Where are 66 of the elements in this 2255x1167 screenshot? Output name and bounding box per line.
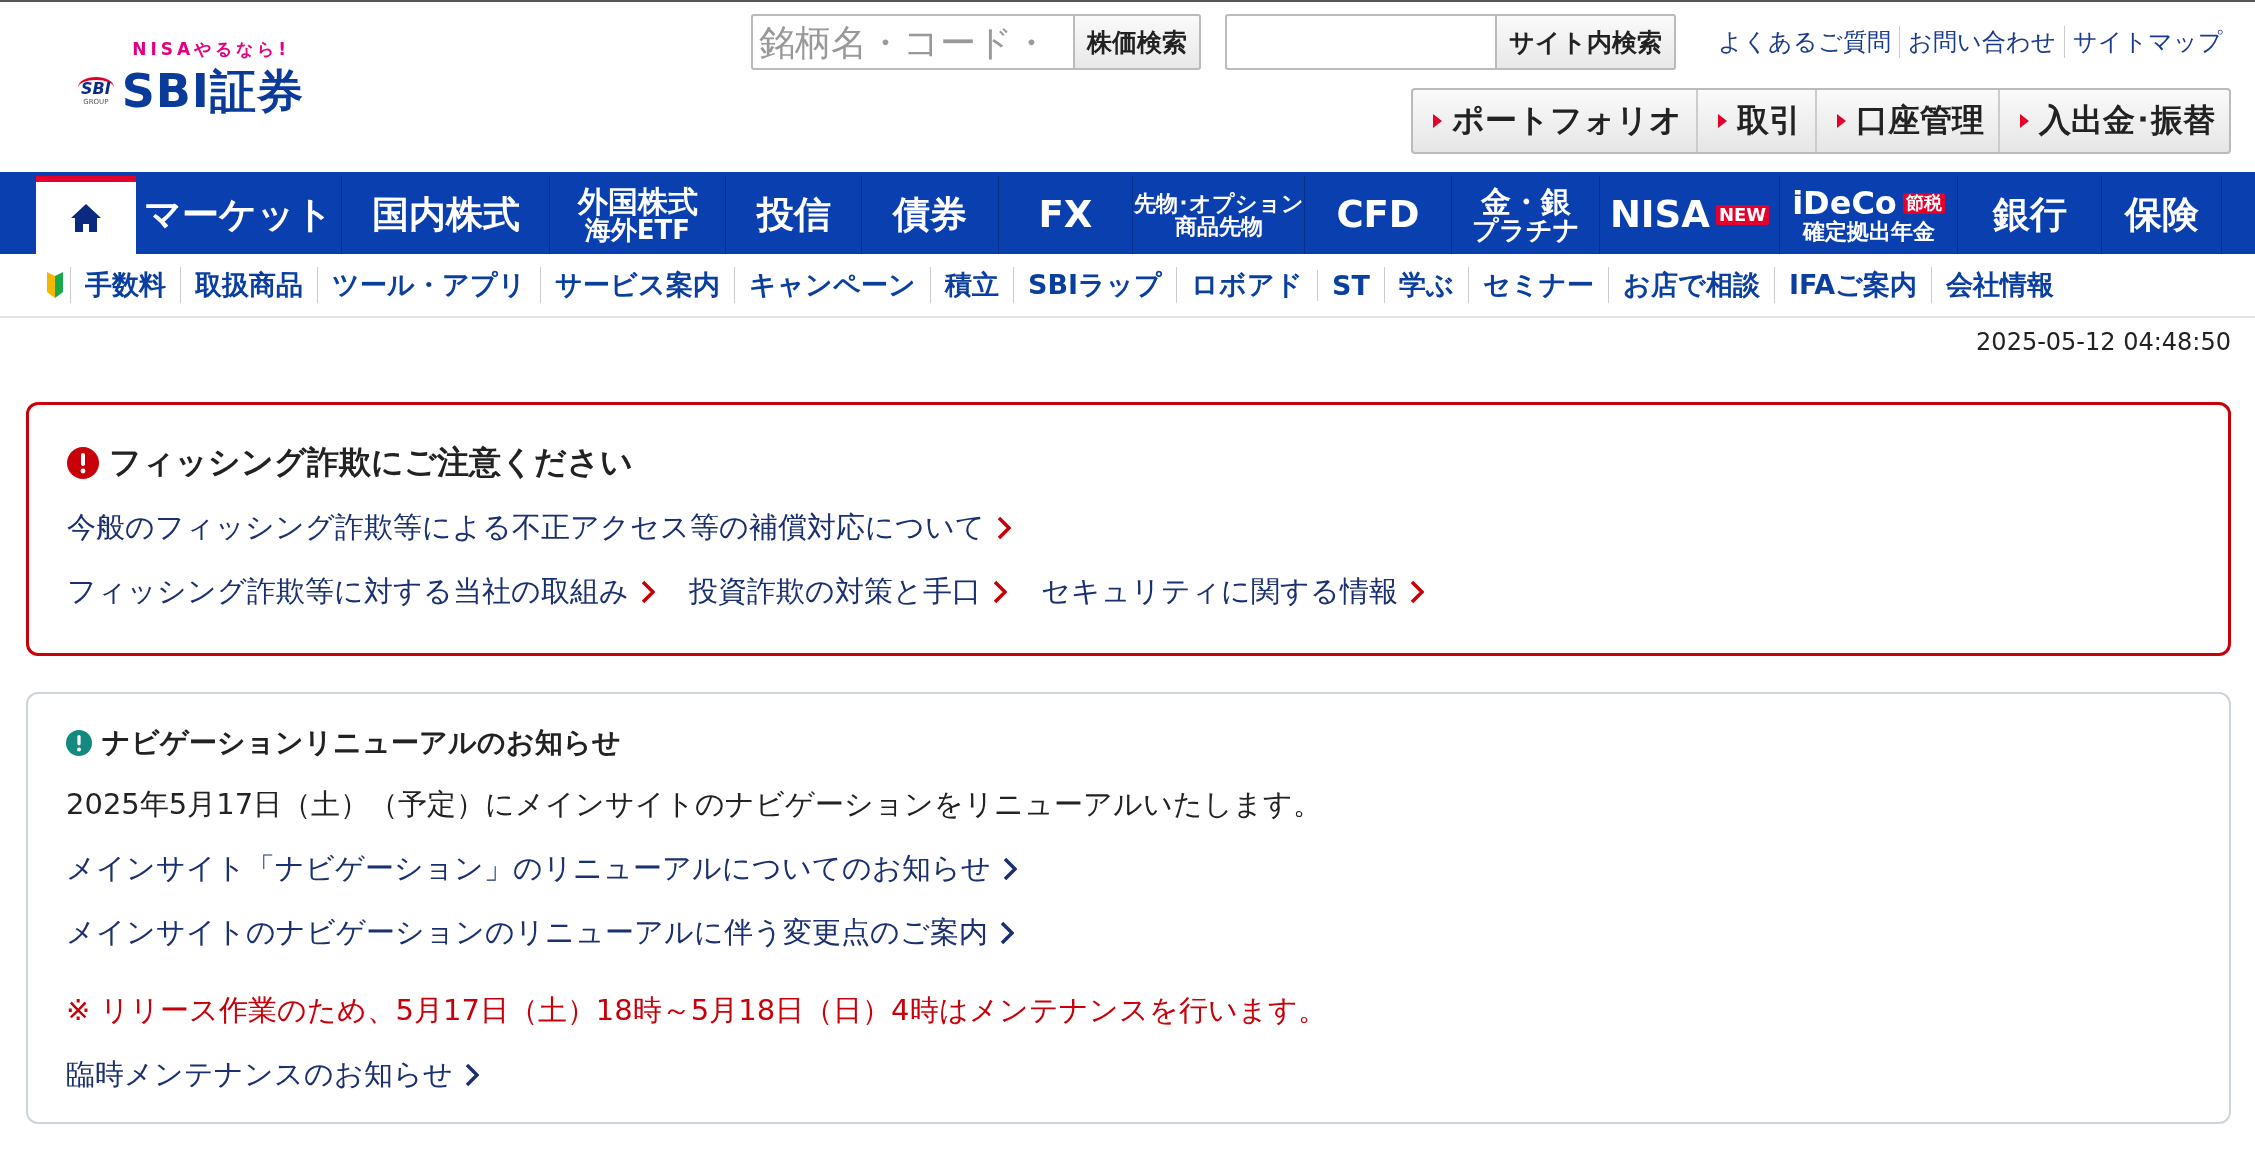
info-icon (66, 730, 92, 756)
chevron-icon (641, 580, 655, 604)
nav-tab[interactable]: 国内株式 (342, 176, 550, 254)
nav-tab[interactable]: 金・銀 プラチナ (1452, 176, 1600, 254)
notice-link[interactable]: メインサイト「ナビゲーション」のリニューアルについてのお知らせ (66, 849, 1017, 889)
subnav-link[interactable]: 積立 (930, 267, 1013, 303)
timestamp: 2025-05-12 04:48:50 (1976, 328, 2231, 356)
search-button[interactable]: 株価検索 (1073, 14, 1201, 70)
notice-title: フィッシング詐欺にご注意ください (109, 442, 633, 483)
header-link[interactable]: サイトマップ (2064, 26, 2231, 58)
subnav-link[interactable]: 会社情報 (1931, 267, 2069, 303)
nav-tab[interactable]: 外国株式 海外ETF (550, 176, 726, 254)
nav-tab[interactable]: 保険 (2102, 176, 2222, 254)
header-link[interactable]: お問い合わせ (1899, 26, 2064, 58)
chevron-icon (1410, 580, 1424, 604)
subnav-link[interactable]: サービス案内 (540, 267, 734, 303)
subnav-link[interactable]: ツール・アプリ (317, 267, 540, 303)
subnav-link[interactable]: SBIラップ (1013, 267, 1177, 303)
action-button[interactable]: 入出金･振替 (1998, 90, 2229, 152)
notice-title: ナビゲーションリニューアルのお知らせ (102, 725, 621, 761)
home-tab[interactable] (36, 176, 136, 254)
search-button[interactable]: サイト内検索 (1495, 14, 1676, 70)
notice-link[interactable]: メインサイトのナビゲーションのリニューアルに伴う変更点のご案内 (66, 913, 1014, 953)
nav-tab[interactable]: 銀行 (1958, 176, 2102, 254)
chevron-icon (997, 516, 1011, 540)
subnav-link[interactable]: セミナー (1467, 267, 1608, 303)
nav-tab[interactable]: マーケット (136, 176, 342, 254)
notice-text: 2025年5月17日（土）（予定）にメインサイトのナビゲーションをリニューアルいたします。 (66, 786, 1323, 823)
subnav-link[interactable]: 取扱商品 (180, 267, 317, 303)
notice-link[interactable]: 臨時メンテナンスのお知らせ (66, 1055, 479, 1095)
notice-link[interactable]: 今般のフィッシング詐欺等による不正アクセス等の補償対応について (67, 508, 1011, 548)
action-button[interactable]: ポートフォリオ (1413, 90, 1696, 152)
alert-icon (67, 447, 99, 479)
search-field[interactable] (1225, 14, 1495, 70)
nav-tab[interactable]: 投信 (726, 176, 862, 254)
home-icon (69, 202, 103, 234)
subnav-link[interactable]: お店で相談 (1607, 267, 1774, 303)
search-field[interactable]: 銘柄名・コード・ (751, 14, 1073, 70)
nav-tab[interactable]: FX (999, 176, 1133, 254)
subnav-link[interactable]: IFAご案内 (1773, 267, 1932, 303)
nav-tab[interactable]: 債券 (862, 176, 999, 254)
nav-tab[interactable]: NISA NEW (1600, 176, 1780, 254)
maintenance-note: ※ リリース作業のため、5月17日（土）18時～5月18日（日）4時はメンテナンスを行います。 (66, 992, 1327, 1029)
chevron-icon (465, 1063, 479, 1087)
subnav-link[interactable]: ST (1317, 269, 1384, 301)
chevron-icon (1003, 857, 1017, 881)
subnav-link[interactable]: キャンペーン (734, 267, 930, 303)
triangle-icon (1433, 114, 1442, 128)
nav-tab[interactable]: iDeCo 節税 確定拠出年金 (1780, 176, 1958, 254)
beginner-mark-icon (46, 272, 64, 298)
action-button[interactable]: 取引 (1696, 90, 1815, 152)
action-button[interactable]: 口座管理 (1815, 90, 1998, 152)
notice-link[interactable]: 投資詐欺の対策と手口 (689, 572, 1007, 612)
notice-link[interactable]: フィッシング詐欺等に対する当社の取組み (67, 572, 655, 612)
chevron-icon (993, 580, 1007, 604)
triangle-icon (1718, 114, 1727, 128)
chevron-icon (1000, 921, 1014, 945)
triangle-icon (2020, 114, 2029, 128)
notice-link[interactable]: セキュリティに関する情報 (1041, 572, 1424, 612)
subnav-link[interactable]: 手数料 (70, 267, 180, 303)
subnav-link[interactable]: ロボアド (1176, 267, 1318, 303)
triangle-icon (1837, 114, 1846, 128)
subnav-link[interactable]: 学ぶ (1383, 267, 1468, 303)
nav-tab[interactable]: CFD (1305, 176, 1452, 254)
header-link[interactable]: よくあるご質問 (1710, 26, 1899, 58)
nav-tab[interactable]: 先物･オプション 商品先物 (1133, 176, 1305, 254)
